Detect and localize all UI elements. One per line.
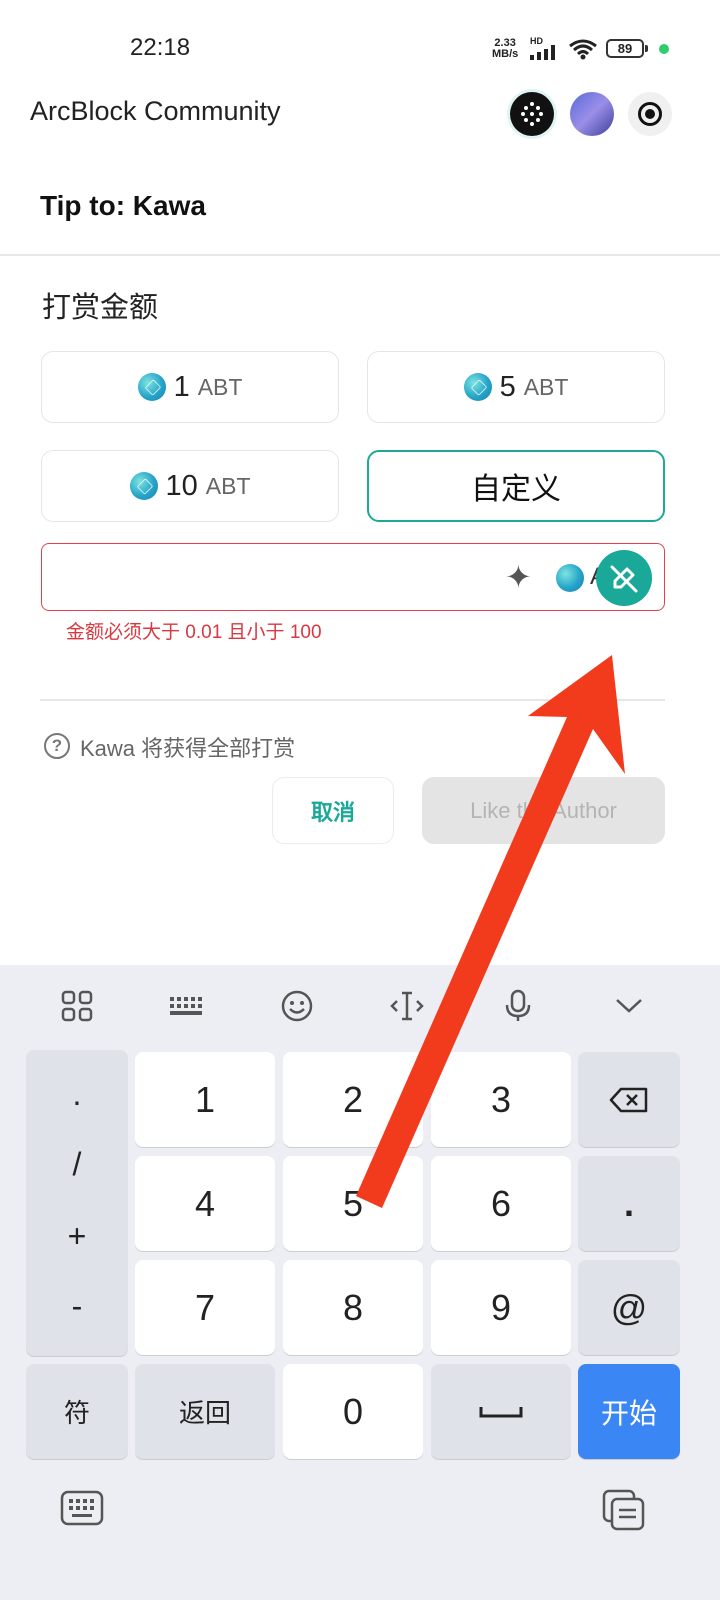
key-4[interactable]: 4: [135, 1156, 275, 1251]
backspace-key[interactable]: [578, 1052, 680, 1147]
record-icon[interactable]: [628, 92, 672, 136]
divider: [40, 699, 665, 701]
dots-grid-icon: [521, 102, 543, 126]
avatar[interactable]: [570, 92, 614, 136]
help-icon[interactable]: ?: [44, 733, 70, 759]
keyboard-layout-icon[interactable]: [166, 983, 206, 1029]
abt-coin-icon: [129, 472, 158, 500]
abt-coin-icon: [556, 564, 584, 592]
key-7[interactable]: 7: [135, 1260, 275, 1355]
key-9[interactable]: 9: [431, 1260, 571, 1355]
enter-key[interactable]: 开始: [578, 1364, 680, 1459]
at-key[interactable]: @: [578, 1260, 680, 1355]
space-key[interactable]: [431, 1364, 571, 1459]
sparkle-icon[interactable]: ✦: [505, 558, 532, 596]
abt-coin-icon: [137, 373, 166, 401]
key-1[interactable]: 1: [135, 1052, 275, 1147]
divider: [0, 254, 720, 256]
symbol-column[interactable]: . / + -: [26, 1050, 128, 1356]
symbol-key[interactable]: -: [26, 1288, 128, 1325]
back-key[interactable]: 返回: [135, 1364, 275, 1459]
status-time: 22:18: [130, 34, 191, 61]
backspace-icon: [609, 1087, 648, 1112]
cursor-move-icon[interactable]: [387, 983, 427, 1029]
network-speed-unit: MB/s: [492, 48, 519, 60]
tip-option-1[interactable]: 1 ABT: [41, 351, 339, 423]
key-5[interactable]: 5: [283, 1156, 423, 1251]
symbol-key[interactable]: +: [26, 1218, 128, 1255]
key-3[interactable]: 3: [431, 1052, 571, 1147]
status-bar: 22:18 2.33 MB/s HD 89: [0, 0, 720, 90]
battery-tip: [645, 45, 648, 52]
tip-option-unit: ABT: [205, 472, 251, 499]
edit-link-icon: [610, 565, 638, 593]
abt-coin-icon: [463, 373, 492, 401]
symbol-key[interactable]: .: [26, 1076, 128, 1113]
wifi-icon: [569, 39, 597, 60]
tip-option-value: 5: [499, 370, 516, 403]
signal-icon: [530, 45, 555, 60]
dot-key[interactable]: .: [578, 1156, 680, 1251]
tip-option-custom[interactable]: 自定义: [367, 450, 665, 522]
status-dot: [659, 44, 669, 54]
keyboard-switch-icon[interactable]: [59, 1488, 105, 1532]
key-0[interactable]: 0: [283, 1364, 423, 1459]
tip-option-10[interactable]: 10 ABT: [41, 450, 339, 522]
clipboard-icon[interactable]: [601, 1488, 647, 1532]
like-author-button[interactable]: Like the Author: [422, 777, 665, 844]
key-2[interactable]: 2: [283, 1052, 423, 1147]
cancel-button[interactable]: 取消: [272, 777, 394, 844]
space-icon: [479, 1406, 523, 1417]
tip-option-value: 10: [165, 469, 198, 502]
error-message: 金额必须大于 0.01 且小于 100: [66, 622, 322, 643]
emoji-icon[interactable]: [277, 983, 317, 1029]
battery-icon: 89: [606, 39, 644, 58]
tip-option-5[interactable]: 5 ABT: [367, 351, 665, 423]
dialog-title: Tip to: Kawa: [40, 190, 206, 221]
key-6[interactable]: 6: [431, 1156, 571, 1251]
blocklet-icon[interactable]: [510, 92, 554, 136]
symbol-key[interactable]: /: [26, 1146, 128, 1183]
amount-label: 打赏金额: [42, 292, 159, 324]
tip-option-value: 1: [173, 370, 190, 403]
key-8[interactable]: 8: [283, 1260, 423, 1355]
network-speed: 2.33 MB/s: [492, 38, 518, 60]
tip-option-unit: ABT: [523, 373, 569, 400]
floating-action-button[interactable]: [596, 550, 652, 606]
app-title: ArcBlock Community: [30, 96, 281, 126]
collapse-keyboard-icon[interactable]: [609, 983, 649, 1029]
tip-option-custom-label: 自定义: [471, 473, 561, 506]
tip-option-unit: ABT: [197, 373, 243, 400]
help-text: Kawa 将获得全部打赏: [80, 736, 296, 761]
apps-grid-icon[interactable]: [57, 983, 97, 1029]
microphone-icon[interactable]: [498, 983, 538, 1029]
symbols-key[interactable]: 符: [26, 1364, 128, 1459]
